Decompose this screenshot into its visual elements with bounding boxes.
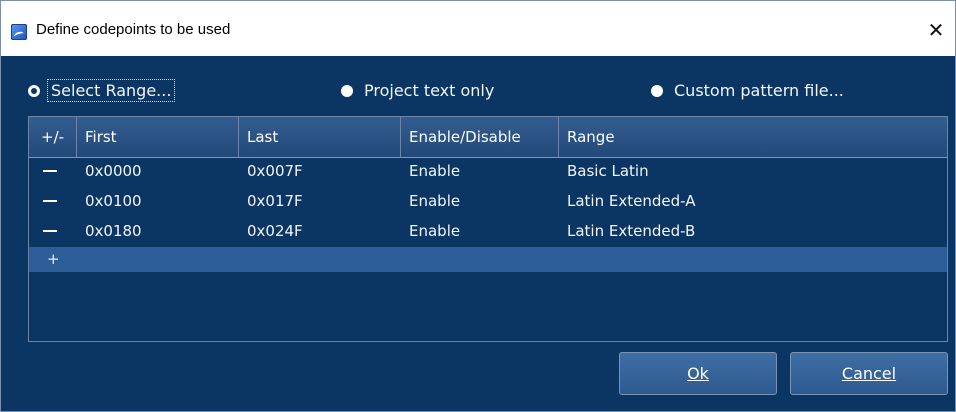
cell-enable[interactable]: Enable — [401, 160, 559, 182]
minus-icon — [43, 199, 57, 202]
radio-custom-pattern-file[interactable]: Custom pattern file... — [651, 80, 847, 101]
radio-select-range-label: Select Range... — [46, 79, 176, 102]
cancel-button-label: Cancel — [841, 364, 897, 383]
codepoint-range-table: +/- First Last Enable/Disable Range 0x00… — [28, 116, 948, 342]
radio-unselected-icon — [651, 84, 663, 97]
cell-enable[interactable]: Enable — [401, 220, 559, 242]
app-icon — [11, 24, 27, 40]
table-row[interactable]: 0x0100 0x017F Enable Latin Extended-A — [29, 190, 947, 212]
table-row[interactable]: 0x0180 0x024F Enable Latin Extended-B — [29, 220, 947, 242]
cell-first[interactable]: 0x0100 — [77, 190, 239, 212]
column-header-enable[interactable]: Enable/Disable — [401, 117, 559, 157]
cell-first[interactable]: 0x0180 — [77, 220, 239, 242]
table-header: +/- First Last Enable/Disable Range — [29, 117, 947, 158]
dialog-window: Define codepoints to be used ✕ Select Ra… — [0, 0, 956, 412]
table-row[interactable]: 0x0000 0x007F Enable Basic Latin — [29, 160, 947, 182]
ok-button-label: Ok — [687, 364, 709, 383]
cell-last[interactable]: 0x017F — [239, 190, 401, 212]
close-icon[interactable]: ✕ — [917, 13, 955, 47]
cell-last[interactable]: 0x007F — [239, 160, 401, 182]
radio-project-text-only[interactable]: Project text only — [341, 80, 497, 101]
minus-icon — [43, 229, 57, 232]
cell-range[interactable]: Latin Extended-B — [559, 220, 947, 242]
column-header-toggle[interactable]: +/- — [29, 117, 77, 157]
remove-row-button[interactable] — [29, 190, 77, 212]
column-header-first[interactable]: First — [77, 117, 239, 157]
title-bar: Define codepoints to be used ✕ — [1, 1, 955, 56]
remove-row-button[interactable] — [29, 160, 77, 182]
add-row[interactable]: + — [29, 247, 947, 272]
cell-range[interactable]: Basic Latin — [559, 160, 947, 182]
window-title: Define codepoints to be used — [36, 21, 231, 38]
column-header-range[interactable]: Range — [559, 117, 947, 157]
cell-range[interactable]: Latin Extended-A — [559, 190, 947, 212]
dialog-content: Select Range... Project text only Custom… — [1, 56, 955, 411]
cell-enable[interactable]: Enable — [401, 190, 559, 212]
cell-first[interactable]: 0x0000 — [77, 160, 239, 182]
plus-icon[interactable]: + — [47, 247, 60, 272]
minus-icon — [43, 169, 57, 172]
cancel-button[interactable]: Cancel — [790, 352, 948, 395]
radio-select-range[interactable]: Select Range... — [28, 79, 176, 102]
ok-button[interactable]: Ok — [619, 352, 777, 395]
radio-project-text-label: Project text only — [364, 81, 495, 100]
cell-last[interactable]: 0x024F — [239, 220, 401, 242]
radio-selected-icon — [28, 84, 40, 97]
remove-row-button[interactable] — [29, 220, 77, 242]
radio-unselected-icon — [341, 84, 353, 97]
column-header-last[interactable]: Last — [239, 117, 401, 157]
radio-custom-pattern-label: Custom pattern file... — [674, 81, 844, 100]
